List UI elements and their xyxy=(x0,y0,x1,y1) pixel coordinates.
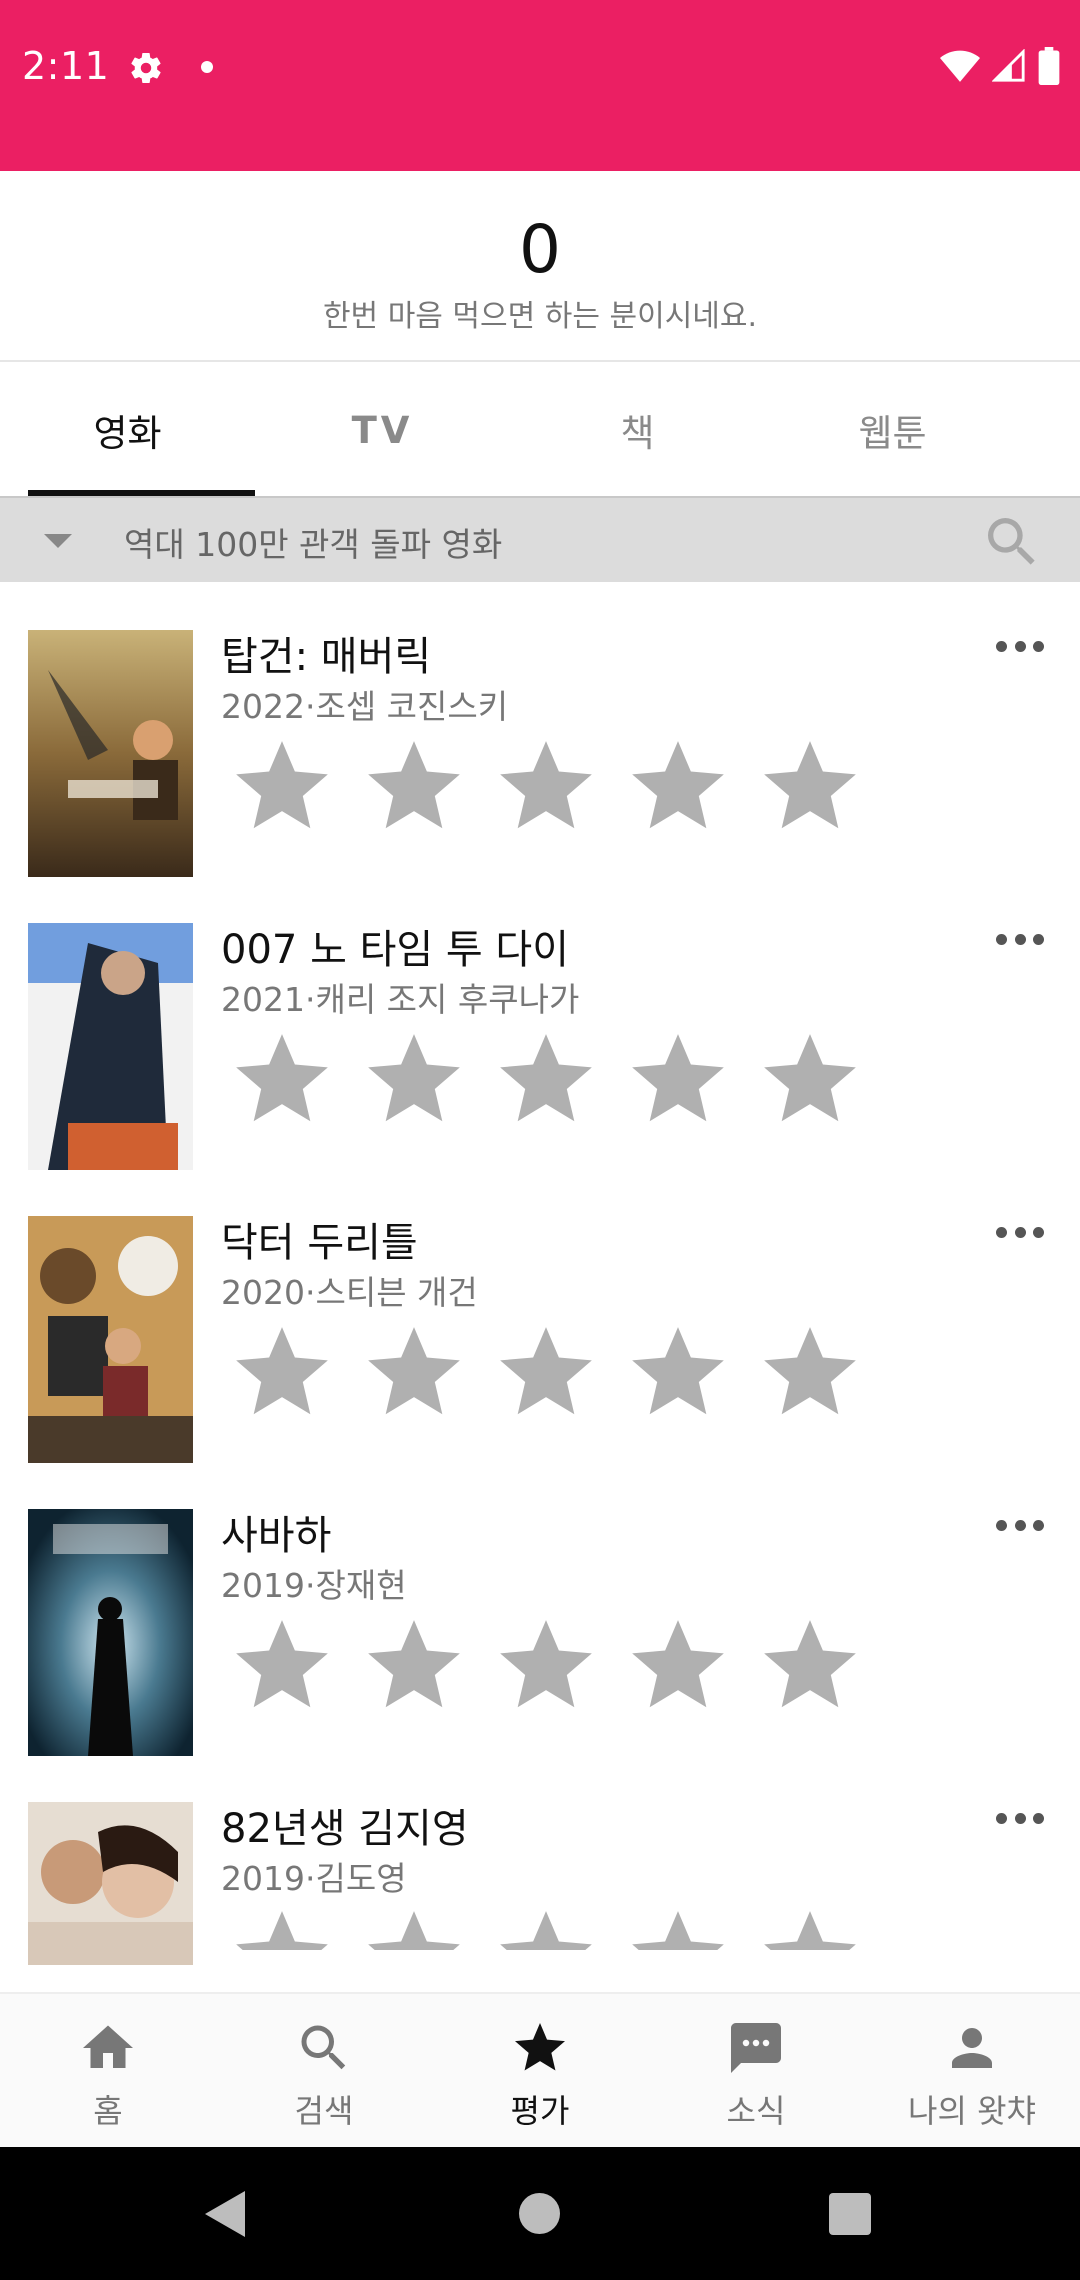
movie-poster[interactable] xyxy=(28,1802,193,1965)
list-item[interactable]: 사바하 2019·장재현 xyxy=(0,1461,1080,1756)
star-icon[interactable] xyxy=(489,1318,603,1428)
more-options-icon[interactable] xyxy=(996,1224,1044,1240)
nav-my-watcha-label[interactable]: 나의 왓챠 xyxy=(864,2086,1080,2132)
rating-score-header: 0 한번 마음 먹으면 하는 분이시네요. xyxy=(0,171,1080,362)
list-item[interactable]: 탑건: 매버릭 2022·조셉 코진스키 xyxy=(0,582,1080,877)
home-icon[interactable] xyxy=(78,2018,138,2078)
nav-news[interactable]: 소식 xyxy=(648,1994,864,2149)
nav-rate[interactable]: 평가 xyxy=(432,1994,648,2149)
tab-tv[interactable]: TV xyxy=(255,364,510,496)
star-rating[interactable] xyxy=(225,1611,867,1721)
movie-title[interactable]: 닥터 두리틀 xyxy=(221,1210,418,1268)
nav-home[interactable]: 홈 xyxy=(0,1994,216,2149)
battery-icon xyxy=(1038,47,1060,85)
list-item[interactable]: 82년생 김지영 2019·김도영 xyxy=(0,1754,1080,1992)
filter-label[interactable]: 역대 100만 관객 돌파 영화 xyxy=(124,518,502,566)
movie-title[interactable]: 사바하 xyxy=(221,1503,331,1561)
movie-poster[interactable] xyxy=(28,1509,193,1756)
caret-down-icon[interactable] xyxy=(44,534,72,548)
wifi-icon xyxy=(940,50,980,82)
recents-icon[interactable] xyxy=(829,2193,871,2235)
star-icon[interactable] xyxy=(489,1902,603,1950)
star-icon[interactable] xyxy=(621,1025,735,1135)
signal-icon xyxy=(992,49,1025,82)
system-navigation-bar xyxy=(0,2147,1080,2280)
rating-message: 한번 마음 먹으면 하는 분이시네요. xyxy=(322,299,758,334)
star-icon[interactable] xyxy=(489,1611,603,1721)
more-options-icon[interactable] xyxy=(996,1517,1044,1533)
nav-search[interactable]: 검색 xyxy=(216,1994,432,2149)
movie-meta: 2019·장재현 xyxy=(221,1566,407,1605)
star-icon[interactable] xyxy=(753,1025,867,1135)
star-icon[interactable] xyxy=(357,732,471,842)
movie-title[interactable]: 82년생 김지영 xyxy=(221,1796,469,1854)
back-icon[interactable] xyxy=(205,2191,245,2237)
more-options-icon[interactable] xyxy=(996,638,1044,654)
star-icon[interactable] xyxy=(357,1318,471,1428)
bottom-navigation: 홈 검색 평가 소식 나의 왓챠 xyxy=(0,1992,1080,2147)
nav-rate-label[interactable]: 평가 xyxy=(432,2086,648,2132)
rating-count: 0 xyxy=(519,211,561,288)
star-icon[interactable] xyxy=(753,1902,867,1950)
list-item[interactable]: 007 노 타임 투 다이 2021·캐리 조지 후쿠나가 xyxy=(0,875,1080,1170)
star-icon[interactable] xyxy=(225,1611,339,1721)
star-rating[interactable] xyxy=(225,1902,867,1950)
nav-search-label[interactable]: 검색 xyxy=(216,2086,432,2132)
movie-meta: 2022·조셉 코진스키 xyxy=(221,687,509,726)
star-icon[interactable] xyxy=(225,1318,339,1428)
star-rating[interactable] xyxy=(225,1025,867,1135)
movie-list: 탑건: 매버릭 2022·조셉 코진스키 007 노 타임 투 다이 2021·… xyxy=(0,582,1080,1992)
person-icon[interactable] xyxy=(942,2018,1002,2078)
movie-poster[interactable] xyxy=(28,923,193,1170)
nav-news-label[interactable]: 소식 xyxy=(648,2086,864,2132)
movie-meta: 2019·김도영 xyxy=(221,1859,407,1898)
star-icon[interactable] xyxy=(357,1611,471,1721)
filter-bar[interactable]: 역대 100만 관객 돌파 영화 xyxy=(0,496,1080,582)
star-icon[interactable] xyxy=(489,1025,603,1135)
nav-my-watcha[interactable]: 나의 왓챠 xyxy=(864,1994,1080,2149)
list-item[interactable]: 닥터 두리틀 2020·스티븐 개건 xyxy=(0,1168,1080,1463)
movie-meta: 2020·스티븐 개건 xyxy=(221,1273,478,1312)
more-options-icon[interactable] xyxy=(996,931,1044,947)
star-icon[interactable] xyxy=(753,732,867,842)
search-icon[interactable] xyxy=(980,510,1044,574)
star-icon[interactable] xyxy=(225,1902,339,1950)
star-icon[interactable] xyxy=(225,1025,339,1135)
star-rating[interactable] xyxy=(225,1318,867,1428)
nav-home-label[interactable]: 홈 xyxy=(0,2086,216,2132)
status-bar: 2:11 xyxy=(0,0,1080,171)
star-icon[interactable] xyxy=(489,732,603,842)
category-tabs: 영화 TV 책 웹툰 xyxy=(0,364,1080,496)
star-icon[interactable] xyxy=(225,732,339,842)
tab-books[interactable]: 책 xyxy=(510,364,765,496)
star-icon[interactable] xyxy=(753,1611,867,1721)
gear-icon xyxy=(131,53,161,84)
notification-dot-icon xyxy=(201,61,213,73)
star-icon[interactable] xyxy=(621,1318,735,1428)
movie-title[interactable]: 탑건: 매버릭 xyxy=(221,624,431,682)
star-icon[interactable] xyxy=(753,1318,867,1428)
search-icon[interactable] xyxy=(294,2018,354,2078)
star-icon[interactable] xyxy=(357,1025,471,1135)
status-icons xyxy=(940,46,1060,86)
star-icon[interactable] xyxy=(621,1611,735,1721)
chat-icon[interactable] xyxy=(726,2018,786,2078)
star-icon[interactable] xyxy=(621,732,735,842)
movie-title[interactable]: 007 노 타임 투 다이 xyxy=(221,917,569,975)
movie-meta: 2021·캐리 조지 후쿠나가 xyxy=(221,980,580,1019)
status-time: 2:11 xyxy=(22,44,110,88)
tab-webtoon[interactable]: 웹툰 xyxy=(765,364,1020,496)
star-icon[interactable] xyxy=(621,1902,735,1950)
movie-poster[interactable] xyxy=(28,630,193,877)
star-icon[interactable] xyxy=(510,2018,570,2078)
home-circle-icon[interactable] xyxy=(519,2193,560,2234)
star-icon[interactable] xyxy=(357,1902,471,1950)
tab-movies[interactable]: 영화 xyxy=(0,364,255,496)
more-options-icon[interactable] xyxy=(996,1810,1044,1826)
star-rating[interactable] xyxy=(225,732,867,842)
movie-poster[interactable] xyxy=(28,1216,193,1463)
